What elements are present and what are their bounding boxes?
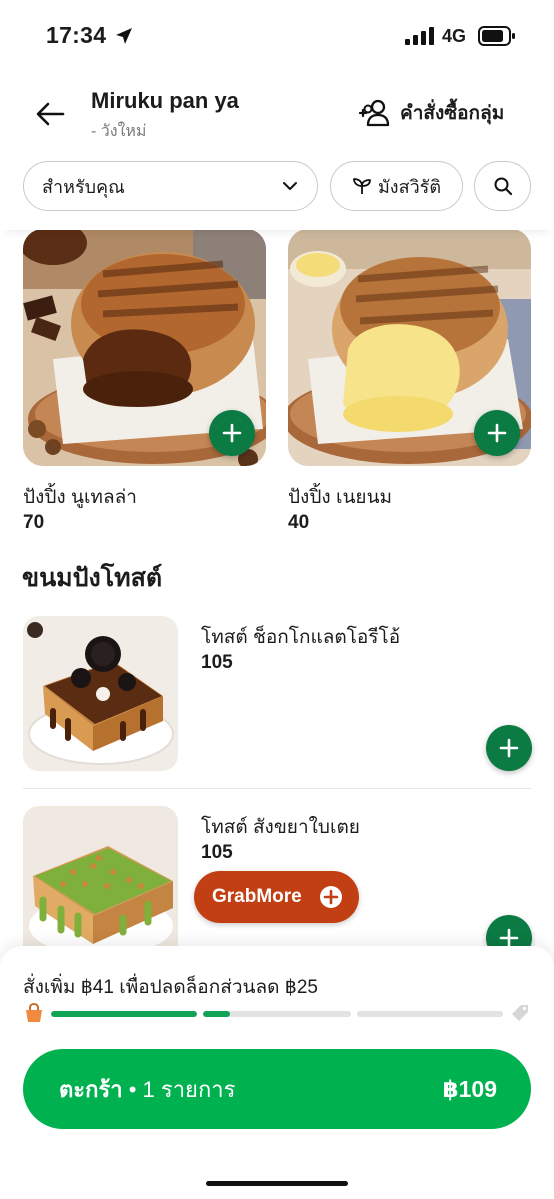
cart-total: ฿109 [442, 1075, 497, 1102]
plus-circle-icon [320, 886, 342, 908]
store-branch: - วังใหม่ [91, 123, 147, 140]
view-cart-button[interactable]: ตะกร้า • 1 รายการ ฿109 [23, 1049, 531, 1129]
product-name: ปังปิ้ง นูเทลล่า [23, 487, 137, 508]
cart-bottom-sheet: สั่งเพิ่ม ฿41 เพื่อปลดล็อกส่วนลด ฿25 ตะก… [0, 946, 554, 1199]
price-tag-icon [512, 1005, 528, 1021]
add-button[interactable] [474, 410, 520, 456]
progress-segment [203, 1011, 351, 1017]
product-price: 105 [201, 652, 233, 673]
divider [23, 788, 531, 789]
shopping-bag-icon [26, 1003, 42, 1022]
plus-icon [499, 738, 519, 758]
status-time: 17:34 [46, 22, 107, 48]
plus-icon [499, 928, 519, 948]
search-icon [494, 177, 512, 196]
sprout-icon [353, 178, 371, 194]
cart-label-prefix: ตะกร้า [59, 1076, 123, 1102]
grabmore-label: GrabMore [212, 886, 302, 907]
group-order-button[interactable]: คำสั่งซื้อกลุ่ม [358, 96, 504, 130]
product-name: โทสต์ สังขยาใบเตย [201, 817, 360, 838]
add-button[interactable] [209, 410, 255, 456]
filter-bar: สำหรับคุณ มังสวิรัติ [0, 150, 554, 230]
discount-promo-text: สั่งเพิ่ม ฿41 เพื่อปลดล็อกส่วนลด ฿25 [23, 977, 318, 998]
cart-item-count: • 1 รายการ [128, 1076, 236, 1102]
store-name: Miruku pan ya [91, 88, 239, 113]
progress-segment [357, 1011, 503, 1017]
status-bar: 17:34 4G [0, 0, 554, 70]
product-card[interactable]: ปังปิ้ง เนยนม 40 [288, 229, 531, 539]
product-name: ปังปิ้ง เนยนม [288, 487, 393, 508]
plus-icon [222, 423, 242, 443]
product-price: 105 [201, 842, 233, 863]
arrow-left-icon [36, 102, 65, 126]
category-dropdown[interactable]: สำหรับคุณ [23, 161, 318, 211]
progress-segment [51, 1011, 197, 1017]
location-arrow-icon [116, 28, 132, 44]
battery-icon [478, 26, 515, 46]
category-dropdown-label: สำหรับคุณ [42, 176, 125, 197]
chevron-down-icon [283, 182, 297, 190]
back-button[interactable] [30, 94, 70, 134]
cart-label: ตะกร้า • 1 รายการ [59, 1072, 235, 1107]
plus-icon [487, 423, 507, 443]
group-order-label: คำสั่งซื้อกลุ่ม [400, 103, 505, 124]
product-card[interactable]: ปังปิ้ง นูเทลล่า 70 [23, 229, 266, 539]
group-add-icon [358, 99, 390, 127]
product-image-oreo-toast [23, 616, 178, 771]
search-button[interactable] [474, 161, 531, 211]
product-price: 70 [23, 512, 45, 533]
vegetarian-filter[interactable]: มังสวิรัติ [330, 161, 463, 211]
network-type: 4G [442, 26, 467, 46]
product-name: โทสต์ ช็อกโกแลตโอรีโอ้ [201, 627, 401, 648]
grabmore-button[interactable]: GrabMore [194, 871, 359, 923]
discount-progress [23, 1002, 531, 1026]
vegetarian-filter-label: มังสวิรัติ [377, 176, 442, 197]
progress-segment-fill [203, 1011, 230, 1017]
cellular-signal-icon [405, 27, 434, 45]
progress-segment-fill [51, 1011, 197, 1017]
home-indicator [206, 1181, 348, 1186]
product-image-pandan-custard-toast [23, 806, 178, 961]
section-title: ขนมปังโทสต์ [22, 564, 163, 592]
add-button[interactable] [486, 725, 532, 771]
product-price: 40 [288, 512, 310, 533]
list-item[interactable]: โทสต์ ช็อกโกแลตโอรีโอ้ 105 [23, 616, 532, 771]
